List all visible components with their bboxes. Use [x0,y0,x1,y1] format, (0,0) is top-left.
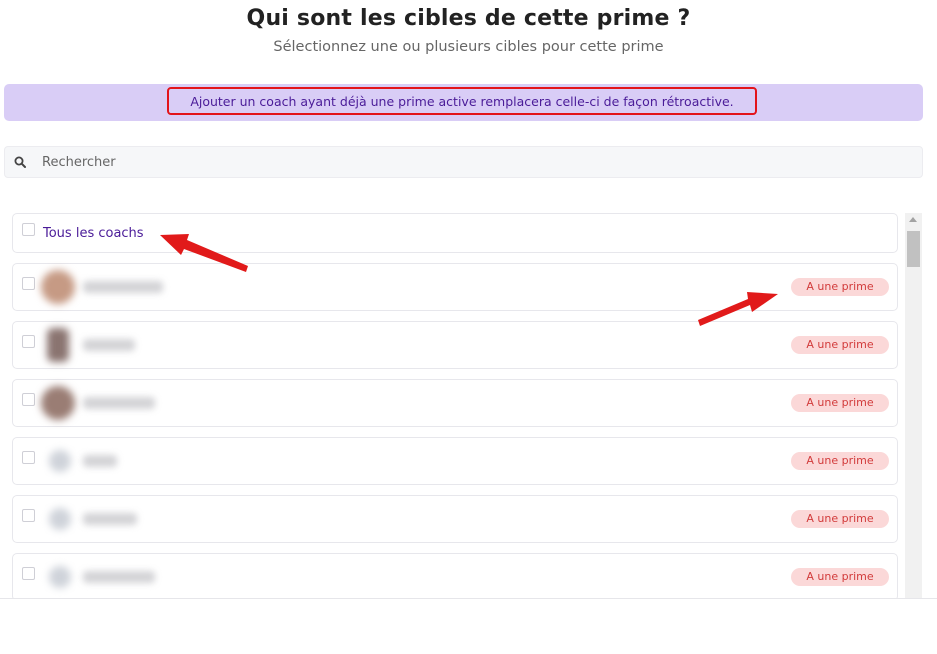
coach-checkbox[interactable] [22,277,35,290]
all-coaches-label: Tous les coachs [43,226,144,241]
coach-checkbox[interactable] [22,335,35,348]
coach-name-redacted [83,513,137,525]
list-item[interactable]: A une prime [12,437,898,485]
search-input[interactable] [40,153,844,171]
scrollbar-thumb[interactable] [907,231,920,267]
avatar [47,328,69,362]
status-badge: A une prime [791,336,889,354]
notice-message: Ajouter un coach ayant déjà une prime ac… [167,87,757,115]
status-badge: A une prime [791,568,889,586]
page-title: Qui sont les cibles de cette prime ? [246,6,691,31]
list-item[interactable]: A une prime [12,553,898,599]
coach-checkbox[interactable] [22,451,35,464]
coach-name-redacted [83,571,155,583]
avatar [41,270,75,304]
list-scrollbar[interactable] [905,213,922,599]
status-badge: A une prime [791,452,889,470]
red-arrow-annotation-icon [698,292,778,326]
coach-checkbox[interactable] [22,509,35,522]
avatar [41,386,75,420]
avatar [49,450,71,472]
scroll-up-arrow-icon[interactable] [909,217,917,222]
coach-name-redacted [83,339,135,351]
search-icon [14,156,26,168]
coach-name-redacted [83,281,163,293]
footer-divider [0,598,937,599]
list-item-all-coaches[interactable]: Tous les coachs [12,213,898,253]
status-badge: A une prime [791,510,889,528]
checkbox-all-coaches[interactable] [22,223,35,236]
coach-name-redacted [83,455,117,467]
page-subtitle: Sélectionnez une ou plusieurs cibles pou… [273,39,664,55]
list-item[interactable]: A une prime [12,495,898,543]
avatar [49,566,71,588]
coach-checkbox[interactable] [22,393,35,406]
avatar [49,508,71,530]
coach-name-redacted [83,397,155,409]
list-item[interactable]: A une prime [12,379,898,427]
red-arrow-annotation-icon [160,234,248,272]
search-bar[interactable] [4,146,923,178]
coach-checkbox[interactable] [22,567,35,580]
status-badge: A une prime [791,278,889,296]
coach-list: Tous les coachs A une prime A une prime … [0,211,937,599]
status-badge: A une prime [791,394,889,412]
